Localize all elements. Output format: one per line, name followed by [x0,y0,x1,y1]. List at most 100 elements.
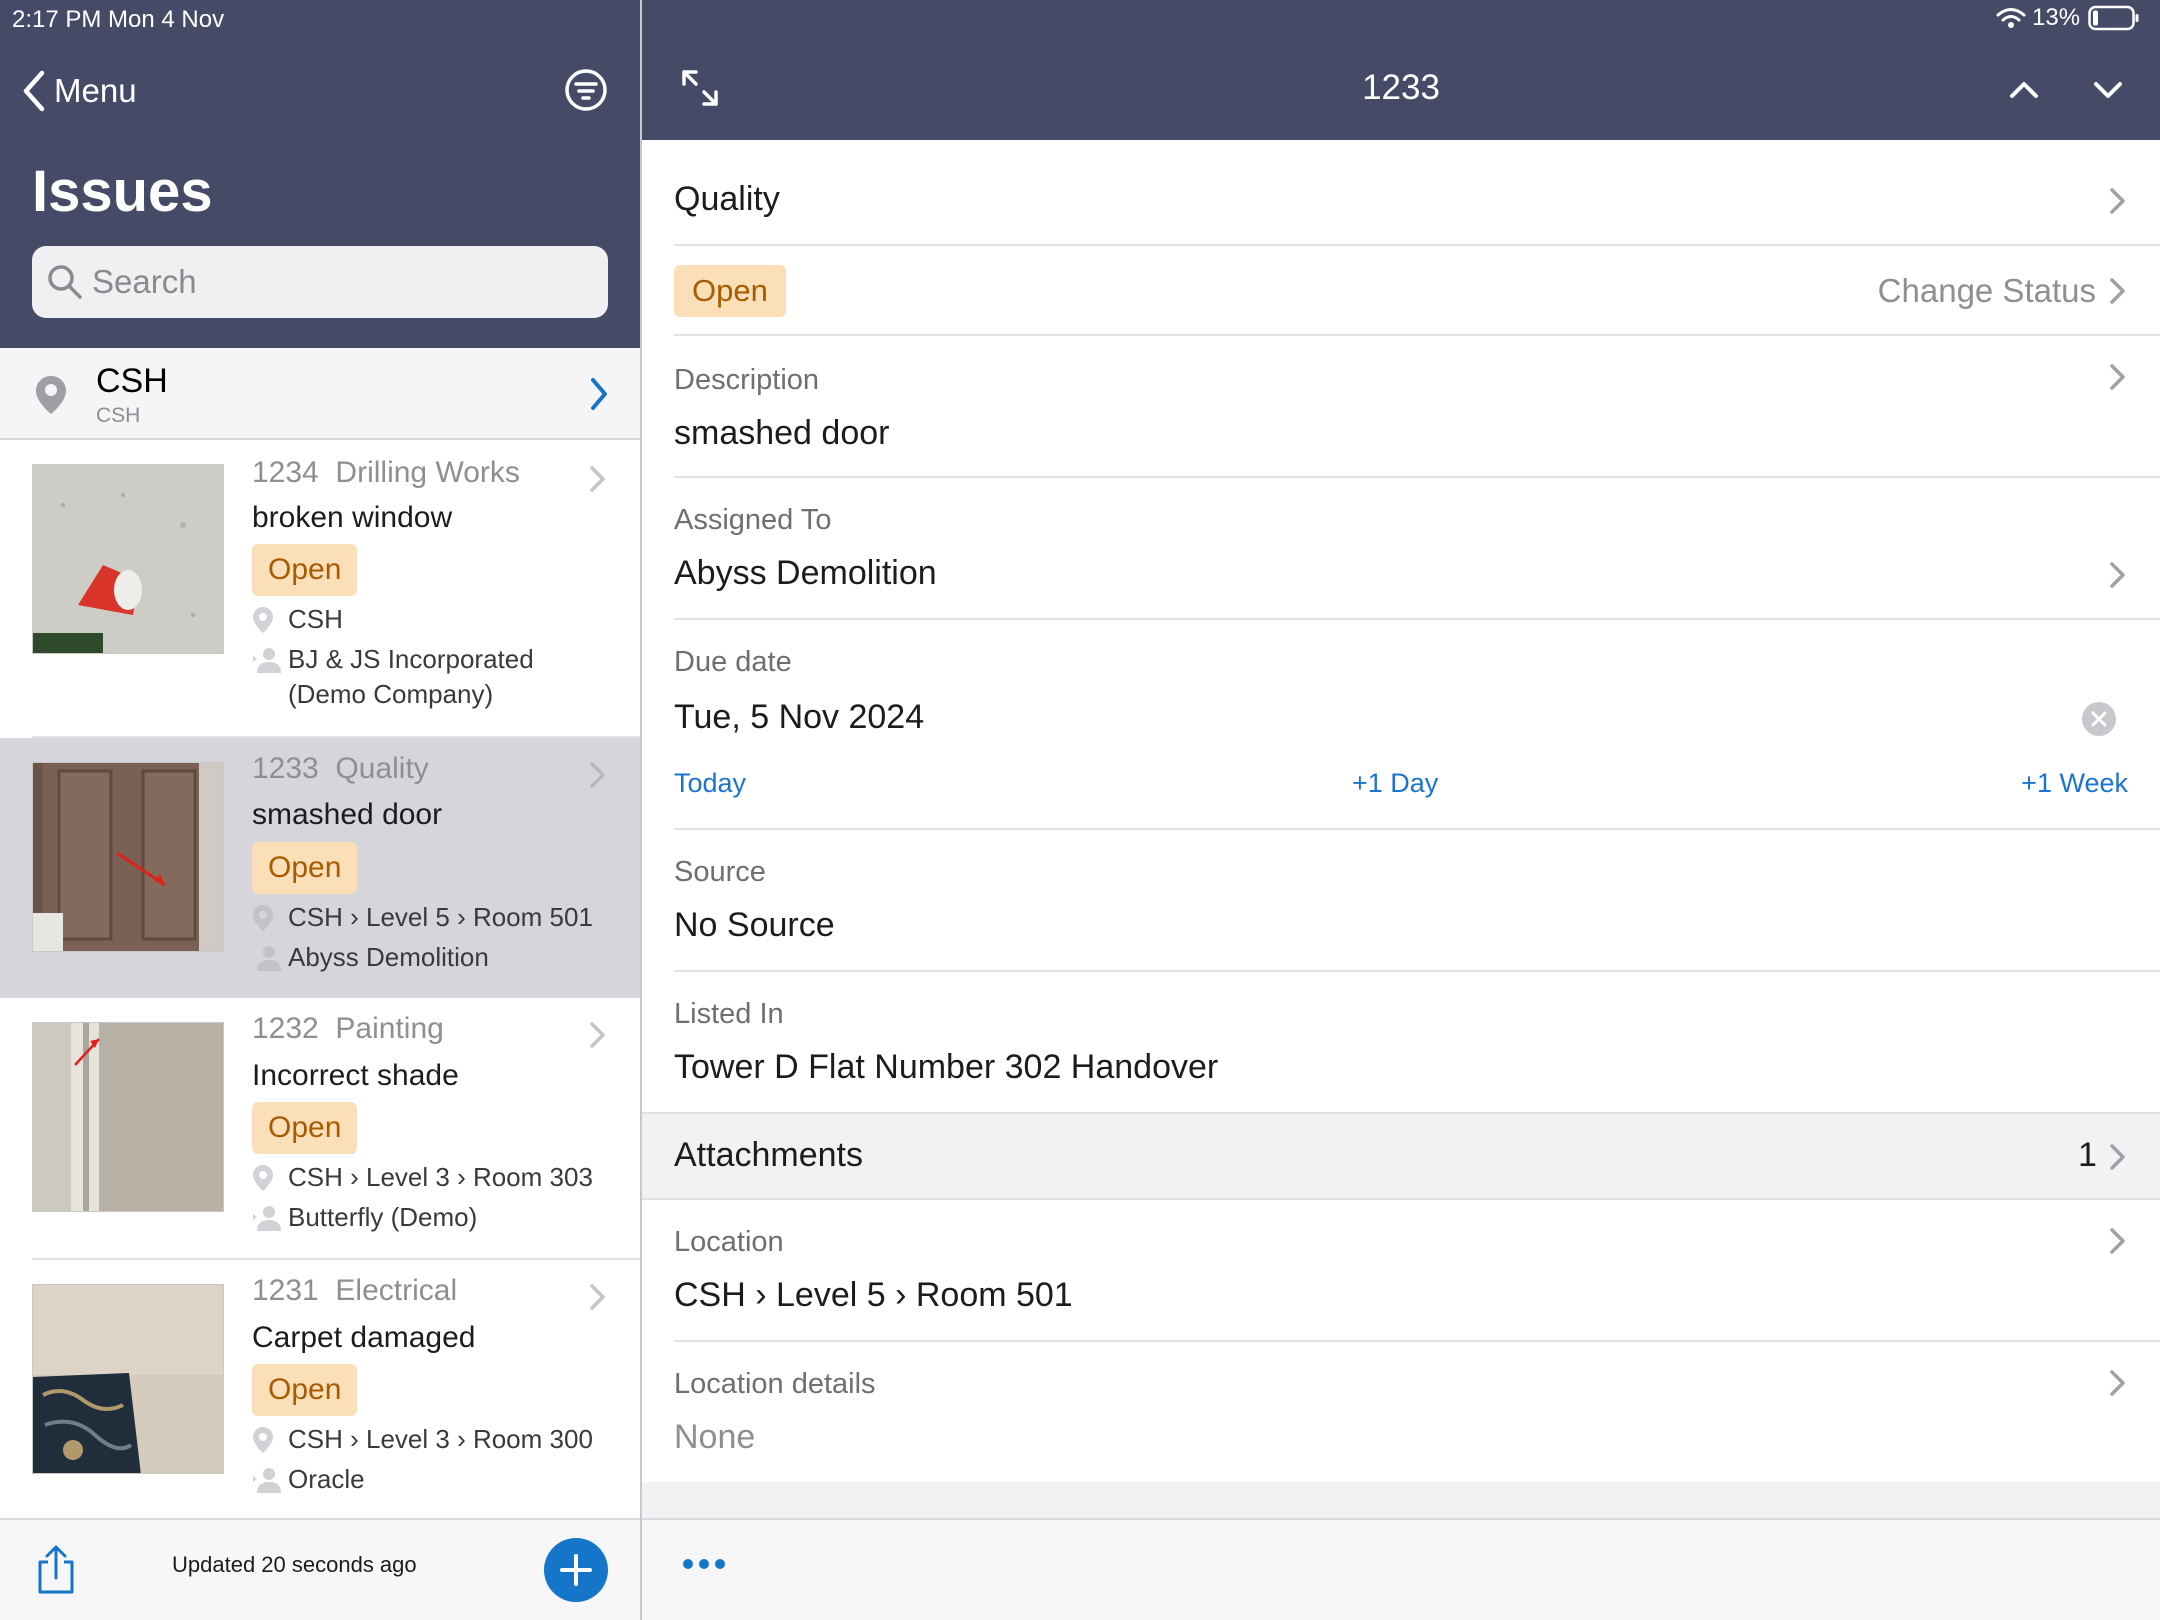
category-row[interactable]: Quality [642,140,2160,246]
map-pin-icon [252,1160,288,1201]
battery-icon [2088,5,2139,31]
chevron-right-icon[interactable] [2108,276,2128,306]
issue-assignee: BJ & JS Incorporated (Demo Company) [252,642,582,712]
issue-location: CSH › Level 3 › Room 300 [252,1422,593,1463]
status-badge: Open [674,265,786,317]
due-date-value[interactable]: Tue, 5 Nov 2024 [674,698,924,737]
search-icon [48,265,82,299]
issue-title: Carpet damaged [252,1321,476,1354]
due-plus-day-button[interactable]: +1 Day [1352,768,1438,799]
more-options-icon[interactable] [680,1554,728,1574]
issue-title: smashed door [252,798,443,831]
last-updated-text: Updated 20 seconds ago [172,1552,417,1577]
issue-assignee: Oracle [252,1462,365,1503]
person-icon [252,642,288,683]
filter-button[interactable] [562,66,612,116]
issue-category: Drilling Works [335,456,520,489]
issue-thumbnail [32,1022,224,1212]
issue-thumbnail [32,762,224,952]
issue-thumbnail [32,1284,224,1474]
chevron-right-icon [2110,1144,2125,1170]
add-issue-button[interactable] [544,1538,608,1602]
status-indicators: 13% [1996,4,2140,32]
due-date-label: Due date [674,646,792,678]
due-date-row: Due date Tue, 5 Nov 2024 Today +1 Day +1… [642,620,2160,830]
location-details-row[interactable]: Location details None [642,1342,2160,1482]
detail-header: 13% 1233 [642,0,2160,140]
share-icon[interactable] [34,1544,78,1596]
back-label: Menu [54,72,137,109]
category-value: Quality [674,180,780,218]
list-footer: Updated 20 seconds ago [0,1518,640,1620]
location-details-label: Location details [674,1368,876,1400]
attachments-label: Attachments [674,1136,863,1174]
battery-percent: 13% [2032,4,2081,31]
due-plus-week-button[interactable]: +1 Week [2021,768,2128,799]
map-pin-icon [252,602,288,643]
chevron-left-icon [23,70,45,112]
status-time: 2:17 PM Mon 4 Nov [12,6,225,33]
issue-number: 1234 [252,456,319,489]
listed-in-value: Tower D Flat Number 302 Handover [674,1048,1219,1086]
issue-assignee: Abyss Demolition [252,940,489,981]
issue-category: Painting [335,1012,444,1045]
back-button[interactable]: Menu [22,66,137,116]
section-spacer [642,1482,2160,1518]
chevron-right-icon [2110,1228,2125,1254]
person-icon [252,940,288,981]
chevron-right-icon [590,1022,605,1048]
plus-icon [560,1554,592,1586]
issues-list-pane: 2:17 PM Mon 4 Nov Menu Issues CSH CSH 12… [0,0,640,1620]
search-input[interactable] [92,263,592,301]
status-badge: Open [252,1364,358,1416]
chevron-right-icon [590,1284,605,1310]
issue-list-item[interactable]: 1234 Drilling Works broken window Open C… [0,440,640,738]
detail-title: 1233 [1362,68,1440,107]
assigned-value: Abyss Demolition [674,554,937,592]
page-title: Issues [32,159,213,224]
issue-number: 1231 [252,1274,319,1307]
source-row[interactable]: Source No Source [642,830,2160,972]
chevron-right-icon [2110,1370,2125,1396]
issue-list-item[interactable]: 1232 Painting Incorrect shade Open CSH ›… [0,998,640,1260]
issue-title: broken window [252,501,453,534]
chevron-up-icon[interactable] [2006,72,2042,108]
issue-location: CSH › Level 5 › Room 501 [252,900,593,941]
issue-detail-pane: 13% 1233 Quality Open Change Status Desc… [642,0,2160,1620]
search-bar[interactable] [32,246,608,318]
description-row[interactable]: Description smashed door [642,336,2160,478]
issue-list-item-selected[interactable]: 1233 Quality smashed door Open CSH › Lev… [0,738,640,998]
assigned-to-row[interactable]: Assigned To Abyss Demolition [642,478,2160,620]
status-badge: Open [252,842,358,894]
location-label: Location [674,1226,784,1258]
description-label: Description [674,364,820,396]
chevron-right-icon [591,378,607,410]
source-value: No Source [674,906,835,944]
issue-category: Quality [335,752,429,785]
map-pin-icon [36,376,66,414]
issue-thumbnail [32,464,224,654]
issue-list-item[interactable]: 1231 Electrical Carpet damaged Open CSH … [0,1260,640,1518]
chevron-down-icon[interactable] [2090,72,2126,108]
status-badge: Open [252,544,358,596]
assigned-label: Assigned To [674,504,832,536]
map-pin-icon [252,1422,288,1463]
issue-number: 1232 [252,1012,319,1045]
attachments-count: 1 [2078,1136,2097,1174]
location-filter-row[interactable]: CSH CSH [0,348,640,440]
due-today-button[interactable]: Today [674,768,746,799]
chevron-right-icon [2110,188,2125,214]
source-label: Source [674,856,766,888]
location-row[interactable]: Location CSH › Level 5 › Room 501 [642,1200,2160,1342]
change-status-button[interactable]: Change Status [1878,272,2096,310]
listed-in-row: Listed In Tower D Flat Number 302 Handov… [642,972,2160,1112]
clear-date-button[interactable] [2082,702,2116,736]
issue-location: CSH › Level 3 › Room 303 [252,1160,593,1201]
attachments-row[interactable]: Attachments 1 [642,1112,2160,1200]
filter-icon [565,69,607,111]
issue-assignee: Butterfly (Demo) [252,1200,477,1241]
detail-footer [642,1518,2160,1620]
chevron-right-icon [2110,562,2125,588]
chevron-right-icon [590,762,605,788]
location-name: CSH [96,362,168,400]
